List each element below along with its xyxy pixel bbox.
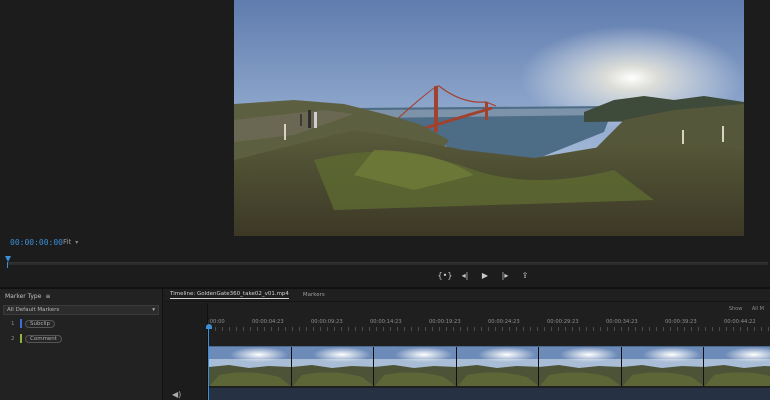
program-monitor: 00:00:00:00 Fit ▾ {•} ◂| ▶ |▸ ⇪ <box>0 0 770 287</box>
marker-filter-select[interactable]: All Default Markers ▾ <box>3 305 159 315</box>
markers-panel-title: Marker Type <box>5 292 42 300</box>
ruler-label: 00:00:34:23 <box>606 319 638 325</box>
monitor-controls-row: 00:00:00:00 Fit ▾ <box>0 236 770 252</box>
monitor-scrub-bar[interactable] <box>8 262 768 265</box>
golden-gate-360-frame <box>234 0 744 236</box>
ruler-label: 00:00:24:23 <box>488 319 520 325</box>
clip-thumbnail <box>291 347 374 386</box>
clip-thumbnail <box>621 347 704 386</box>
marker-item[interactable]: 2 Comment <box>0 332 162 345</box>
ruler-label: 00:00:39:23 <box>665 319 697 325</box>
mark-in-out-button[interactable]: {•} <box>438 271 453 281</box>
track-headers <box>165 303 208 400</box>
timeline-tabs: Timeline: GoldenGate360_take02_v01.mp4 M… <box>165 289 770 302</box>
ruler-label: 00:00:04:23 <box>252 319 284 325</box>
time-ruler[interactable]: :00:00 00:00:04:23 00:00:09:23 00:00:14:… <box>208 313 770 331</box>
clip-thumbnail <box>539 347 622 386</box>
marker-item[interactable]: 1 Subclip <box>0 317 162 330</box>
marker-number: 2 <box>11 335 15 342</box>
speaker-icon[interactable]: ◀) <box>172 390 181 399</box>
marker-label[interactable]: Comment <box>25 334 62 343</box>
play-button[interactable]: ▶ <box>480 271 490 281</box>
transport-controls: {•} ◂| ▶ |▸ ⇪ <box>438 270 530 282</box>
ruler-ticks <box>208 327 770 331</box>
markers-panel-header: Marker Type ≡ <box>0 289 162 303</box>
marker-label[interactable]: Subclip <box>25 319 56 328</box>
playhead-timecode[interactable]: 00:00:00:00 <box>10 238 63 247</box>
ruler-label: 00:00:19:23 <box>429 319 461 325</box>
ruler-label: 00:00:09:23 <box>311 319 343 325</box>
clip-thumbnail <box>374 347 457 386</box>
clip-thumbnail <box>704 347 770 386</box>
clip-thumbnail <box>456 347 539 386</box>
timeline-playhead-handle[interactable] <box>206 324 212 329</box>
marker-number: 1 <box>11 320 15 327</box>
timeline-playhead-line <box>208 329 209 400</box>
ruler-label: 00:00:14:23 <box>370 319 402 325</box>
step-forward-button[interactable]: |▸ <box>500 271 510 281</box>
show-filter[interactable]: Show All M <box>729 306 764 312</box>
marker-filter-value: All Default Markers <box>7 307 60 313</box>
monitor-playhead-line <box>7 262 8 268</box>
marker-color-swatch <box>20 319 22 328</box>
step-back-button[interactable]: ◂| <box>460 271 470 281</box>
clip-thumbnail <box>209 347 292 386</box>
ruler-label: 00:00:44:22 <box>724 319 756 325</box>
ruler-label: 00:00:29:23 <box>547 319 579 325</box>
zoom-level-value: Fit <box>63 238 72 246</box>
audio-track[interactable] <box>209 388 770 400</box>
zoom-level-select[interactable]: Fit ▾ <box>63 238 78 246</box>
show-filter-label: Show <box>728 306 743 312</box>
panel-menu-icon[interactable]: ≡ <box>45 293 50 300</box>
markers-panel: Marker Type ≡ All Default Markers ▾ 1 Su… <box>0 289 163 400</box>
tab-markers[interactable]: Markers <box>303 292 325 298</box>
show-filter-value: All M <box>751 306 764 312</box>
premiere-workspace: 00:00:00:00 Fit ▾ {•} ◂| ▶ |▸ ⇪ Marker T… <box>0 0 770 400</box>
timeline-panel: Timeline: GoldenGate360_take02_v01.mp4 M… <box>165 289 770 400</box>
video-clip[interactable] <box>209 346 770 386</box>
tab-timeline[interactable]: Timeline: GoldenGate360_take02_v01.mp4 <box>170 291 289 299</box>
chevron-down-icon: ▾ <box>75 238 79 246</box>
video-preview[interactable] <box>234 0 744 236</box>
marker-color-swatch <box>20 334 22 343</box>
export-frame-button[interactable]: ⇪ <box>520 271 530 281</box>
chevron-down-icon: ▾ <box>152 307 155 313</box>
